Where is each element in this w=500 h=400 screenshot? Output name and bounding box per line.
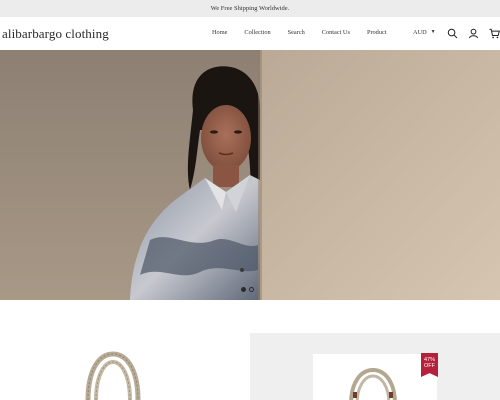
nav-contact-us[interactable]: Contact Us <box>322 29 350 36</box>
product-image-frame <box>313 354 437 400</box>
handbag-image <box>85 351 141 400</box>
hero-banner[interactable] <box>0 50 500 300</box>
currency-selector[interactable]: AUD ▼ <box>413 29 436 36</box>
account-icon[interactable] <box>468 28 479 39</box>
announcement-bar: We Free Shipping Worldwide. <box>0 0 500 17</box>
slide-dot-2[interactable] <box>249 287 254 292</box>
nav-search[interactable]: Search <box>288 29 305 36</box>
product-card[interactable] <box>0 300 250 400</box>
store-logo[interactable]: alibarbargo clothing <box>2 26 109 42</box>
cart-icon[interactable] <box>489 28 500 39</box>
product-card-sale[interactable] <box>250 333 500 400</box>
hero-image <box>0 50 500 300</box>
main-nav: Home Collection Search Contact Us Produc… <box>212 29 404 36</box>
slide-dot-1[interactable] <box>241 287 246 292</box>
nav-home[interactable]: Home <box>212 29 227 36</box>
discount-off: OFF <box>424 363 435 369</box>
search-icon[interactable] <box>447 28 458 39</box>
site-header: alibarbargo clothing Home Collection Sea… <box>0 17 500 50</box>
announcement-text: We Free Shipping Worldwide. <box>210 5 290 12</box>
chevron-down-icon: ▼ <box>430 30 436 35</box>
slider-dots <box>241 287 254 292</box>
product-grid <box>0 300 500 400</box>
nav-product[interactable]: Product <box>367 29 387 36</box>
handbag-image <box>349 367 397 400</box>
nav-collection[interactable]: Collection <box>244 29 270 36</box>
currency-label: AUD <box>413 29 427 36</box>
